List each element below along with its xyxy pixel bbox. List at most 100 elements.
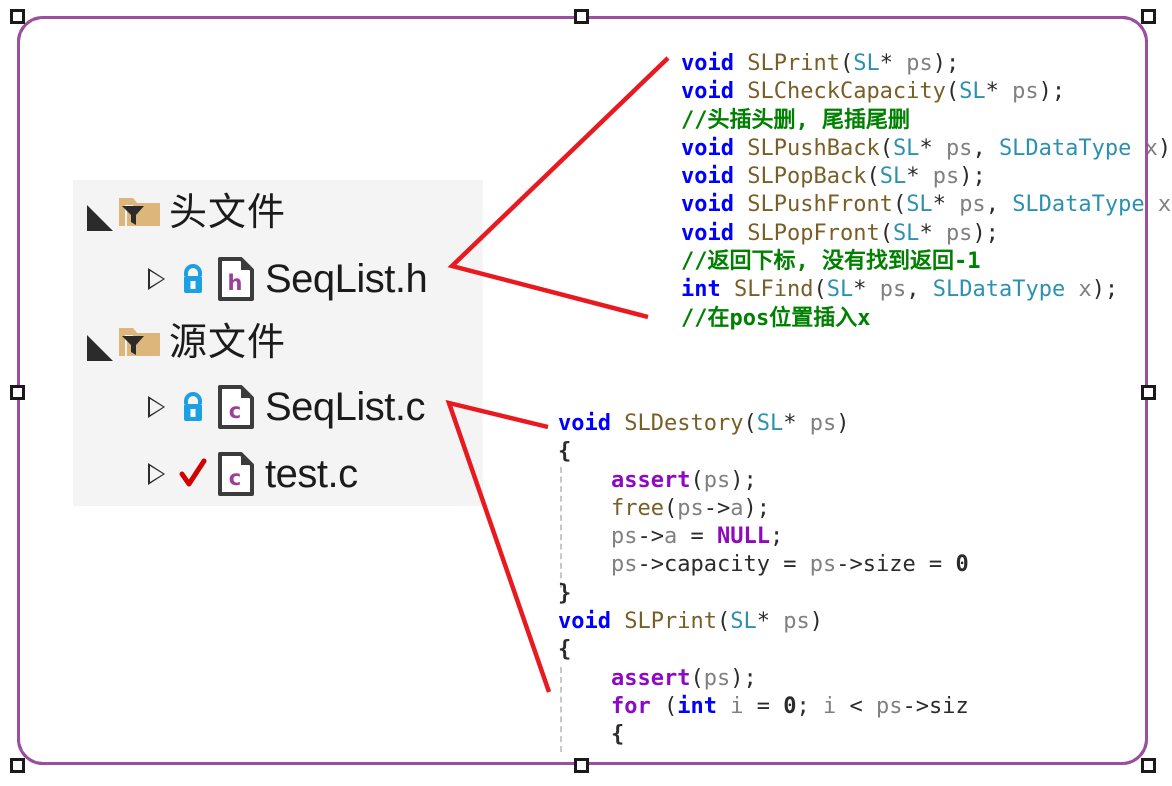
tree-item-label: test.c <box>265 452 358 496</box>
folder-filter-icon <box>117 193 163 233</box>
code-token: ps <box>703 467 731 493</box>
code-token: ( <box>866 164 880 190</box>
arrow-seqlist-h <box>447 56 670 320</box>
handle-bottom-left[interactable] <box>10 758 25 773</box>
code-token: ( <box>663 495 678 521</box>
code-token: i <box>730 693 744 719</box>
handle-bottom-right[interactable] <box>1141 758 1156 773</box>
tree-item-label: 头文件 <box>169 192 287 234</box>
code-token: SLDestory <box>624 411 744 436</box>
file-c-icon: c <box>213 452 259 496</box>
code-token: SL <box>853 51 880 76</box>
handle-bottom-center[interactable] <box>574 758 589 773</box>
code-token: SLDataType <box>998 135 1132 161</box>
code-token: void <box>681 192 734 218</box>
handle-top-right[interactable] <box>1141 9 1156 24</box>
code-token: ( <box>879 135 893 161</box>
code-line: { <box>558 636 969 664</box>
svg-text:c: c <box>229 399 241 423</box>
code-token: 0 <box>783 693 797 719</box>
tree-item-test-c[interactable]: c test.c <box>139 443 358 505</box>
code-token: free <box>610 495 664 521</box>
screenshot-canvas: 头文件 h SeqList.h 源文件 c SeqList.c c test.c… <box>0 0 1172 786</box>
code-token: 0 <box>955 552 969 578</box>
code-token: = <box>769 552 810 578</box>
code-token: ); <box>730 467 757 493</box>
code-line: ps->a = NULL; <box>558 523 969 551</box>
code-token: a <box>663 524 678 550</box>
code-token: ); <box>743 495 770 521</box>
code-token: ( <box>690 665 704 691</box>
handle-top-left[interactable] <box>10 9 25 24</box>
folder-filter-icon <box>117 323 163 363</box>
code-token: ); <box>932 51 960 76</box>
code-token: SL <box>906 192 933 218</box>
code-token: ( <box>716 609 731 635</box>
code-token: ps <box>809 552 837 578</box>
lock-icon <box>173 390 213 424</box>
file-c-icon: c <box>213 385 259 429</box>
handle-middle-left[interactable] <box>10 385 25 400</box>
expander-expand-icon[interactable] <box>139 463 173 485</box>
code-line: void SLPrint(SL* ps) <box>558 608 969 636</box>
handle-top-center[interactable] <box>574 9 589 24</box>
code-line: void SLPopFront(SL* ps); <box>681 220 1171 248</box>
code-token: ( <box>650 693 678 719</box>
code-token: assert <box>610 665 691 691</box>
expander-collapse-icon[interactable] <box>83 325 117 361</box>
code-line: free(ps->a); <box>558 495 969 523</box>
code-token: SLCheckCapacity <box>747 79 946 105</box>
code-token: void <box>681 51 734 76</box>
tree-item-seqlist-h[interactable]: h SeqList.h <box>139 248 428 310</box>
expander-expand-icon[interactable] <box>139 396 173 418</box>
code-token: SL <box>879 164 907 190</box>
code-token: ( <box>839 51 854 76</box>
handle-middle-right[interactable] <box>1141 385 1156 400</box>
code-token: SL <box>756 411 784 436</box>
code-line: { <box>558 438 969 466</box>
code-token: ps <box>1012 79 1039 105</box>
code-token: x <box>1144 135 1158 161</box>
code-token: ( <box>743 411 757 436</box>
code-token: void <box>681 220 734 246</box>
code-token: * <box>932 192 946 218</box>
code-line: int SLFind(SL* ps, SLDataType x); <box>681 276 1171 304</box>
code-token: SL <box>892 135 920 161</box>
code-token: ps <box>879 277 907 303</box>
expander-collapse-icon[interactable] <box>83 195 117 231</box>
tree-item-source-files-folder[interactable]: 源文件 <box>83 312 286 374</box>
code-token: size <box>862 552 916 578</box>
code-token: SLPrint <box>747 51 840 76</box>
code-token: SLDataType <box>932 277 1066 303</box>
code-line: void SLDestory(SL* ps) <box>558 410 969 438</box>
code-token: * <box>783 411 797 436</box>
code-token: < <box>836 693 876 719</box>
expander-expand-icon[interactable] <box>139 268 173 290</box>
code-token: SLFind <box>734 277 814 303</box>
tree-item-seqlist-c[interactable]: c SeqList.c <box>139 376 426 438</box>
code-line: assert(ps); <box>558 467 969 495</box>
solution-explorer-panel: 头文件 h SeqList.h 源文件 c SeqList.c c test.c <box>73 180 483 506</box>
code-token: * <box>919 220 933 246</box>
code-token: * <box>906 164 920 190</box>
code-line: void SLPopBack(SL* ps); <box>681 163 1171 191</box>
code-token: ps <box>677 495 704 521</box>
code-token: ps <box>945 135 973 161</box>
code-token: ); <box>730 665 757 691</box>
tree-item-header-files-folder[interactable]: 头文件 <box>83 182 286 244</box>
